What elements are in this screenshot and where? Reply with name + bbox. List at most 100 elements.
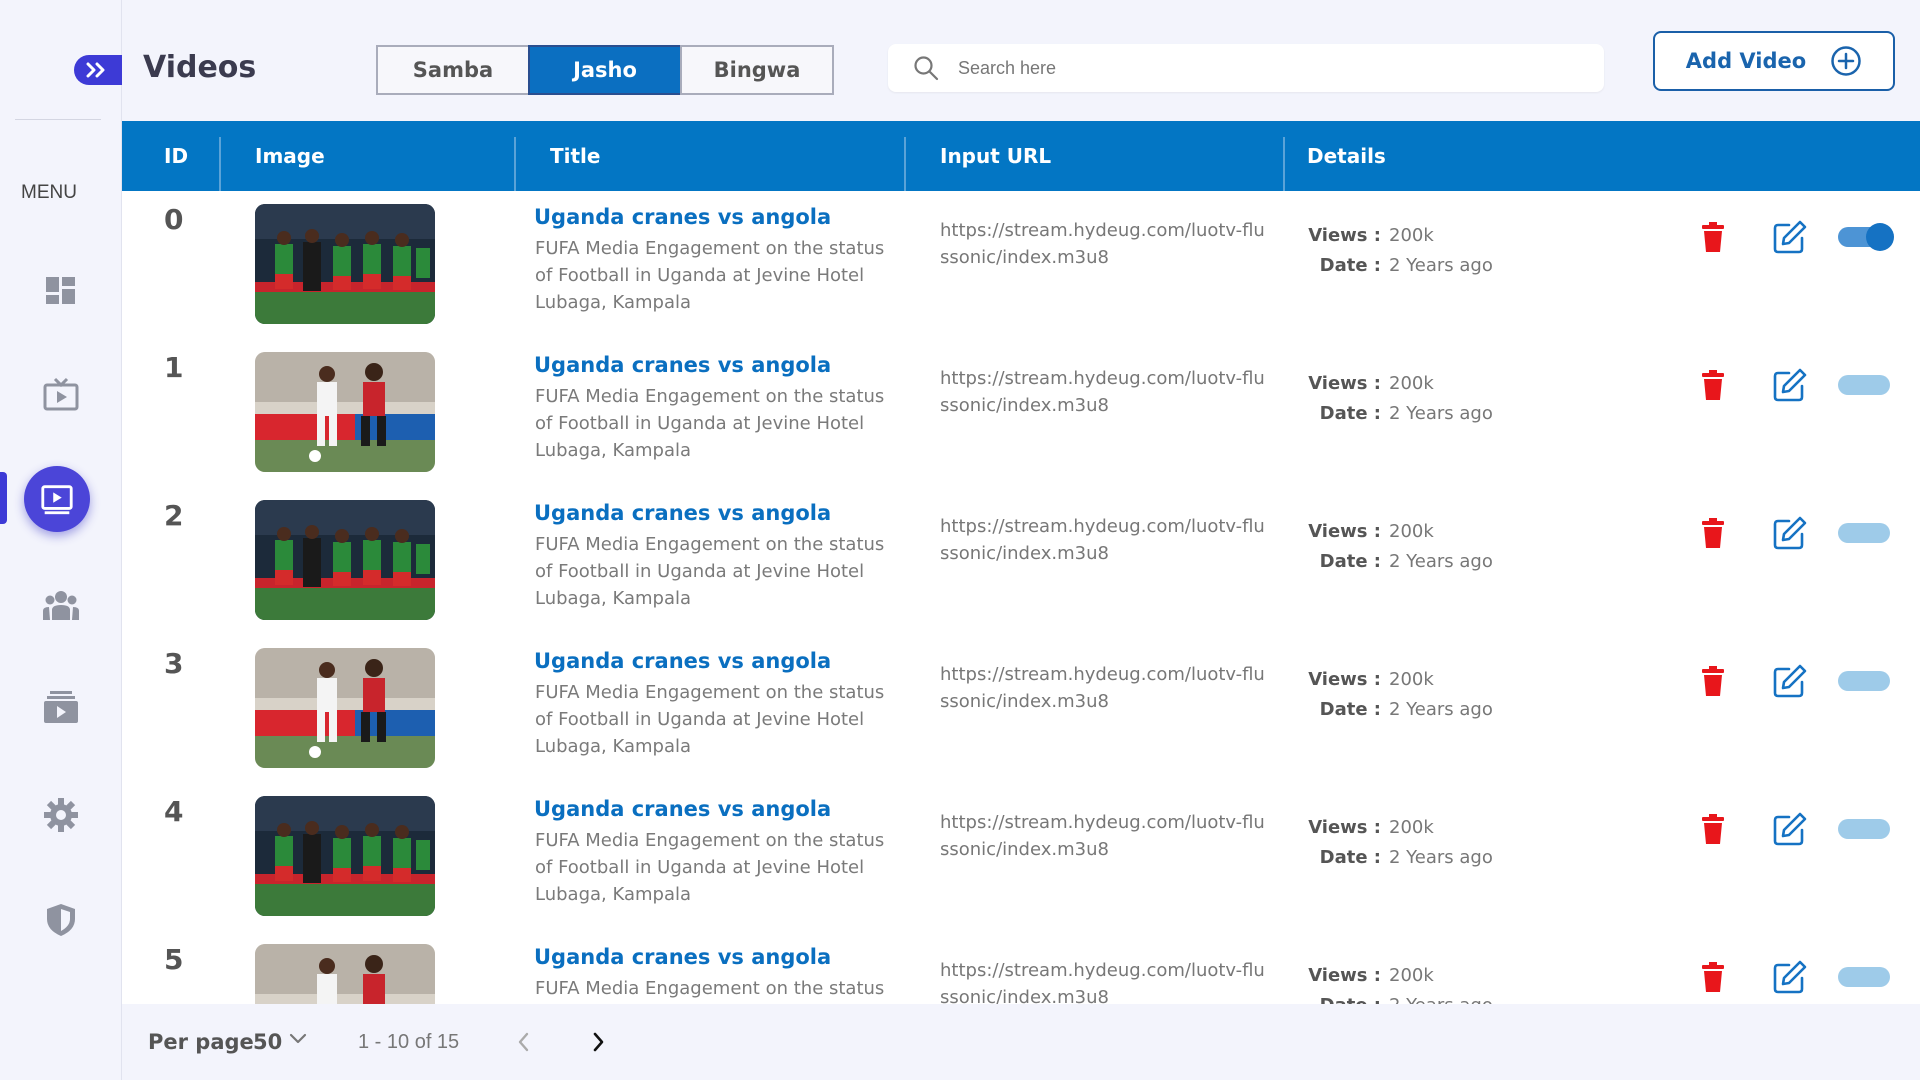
video-title-link[interactable]: Uganda cranes vs angola	[534, 649, 831, 673]
page-title: Videos	[143, 50, 257, 85]
menu-label: MENU	[21, 182, 77, 203]
media-library-icon	[44, 691, 78, 723]
sidebar-item-tv[interactable]	[0, 360, 122, 430]
dashboard-icon	[46, 277, 75, 304]
views-value: 200k	[1389, 817, 1434, 838]
views-value: 200k	[1389, 521, 1434, 542]
chevron-down-icon[interactable]	[288, 1032, 308, 1046]
users-icon	[43, 591, 79, 620]
sidebar-item-settings[interactable]	[0, 780, 122, 850]
sidebar-item-videos[interactable]	[24, 466, 90, 532]
team-photo-thumbnail	[255, 204, 435, 324]
visibility-toggle[interactable]	[1838, 967, 1890, 987]
input-url: https://stream.hydeug.com/luotv-flussoni…	[940, 960, 1265, 1004]
video-title-link[interactable]: Uganda cranes vs angola	[534, 205, 831, 229]
date-label: Date :	[1319, 403, 1381, 424]
active-nav-indicator	[0, 472, 7, 524]
previous-page-button[interactable]	[514, 1030, 534, 1054]
row-id: 1	[164, 351, 184, 384]
delete-icon[interactable]	[1700, 517, 1726, 549]
sidebar-item-dashboard[interactable]	[0, 255, 122, 325]
video-title-link[interactable]: Uganda cranes vs angola	[534, 945, 831, 969]
delete-icon[interactable]	[1700, 813, 1726, 845]
match-action-thumbnail	[255, 944, 435, 1004]
tv-icon	[43, 377, 79, 411]
date-label: Date :	[1319, 255, 1381, 276]
delete-icon[interactable]	[1700, 961, 1726, 993]
delete-icon[interactable]	[1700, 221, 1726, 253]
visibility-toggle[interactable]	[1838, 819, 1890, 839]
per-page-select[interactable]: 50	[253, 1030, 282, 1054]
input-url: https://stream.hydeug.com/luotv-flussoni…	[940, 220, 1265, 268]
views-label: Views :	[1308, 817, 1381, 838]
double-chevron-right-icon	[86, 62, 105, 78]
video-thumbnail[interactable]	[255, 648, 435, 768]
tab-samba[interactable]: Samba	[376, 45, 530, 95]
date-value: 2 Years ago	[1389, 847, 1493, 868]
sidebar-item-security[interactable]	[0, 885, 122, 955]
column-divider	[1283, 137, 1285, 191]
video-title-link[interactable]: Uganda cranes vs angola	[534, 501, 831, 525]
views-label: Views :	[1308, 521, 1381, 542]
visibility-toggle[interactable]	[1838, 375, 1890, 395]
video-description: FUFA Media Engagement on the status of F…	[535, 534, 885, 609]
video-thumbnail[interactable]	[255, 204, 435, 324]
videos-table-body: 0 Uganda cranes vs angola FUFA Media Eng…	[122, 191, 1920, 1004]
date-label: Date :	[1319, 699, 1381, 720]
sidebar-divider	[15, 119, 101, 120]
per-page-label: Per page	[148, 1030, 254, 1054]
views-label: Views :	[1308, 373, 1381, 394]
video-thumbnail[interactable]	[255, 500, 435, 620]
match-action-thumbnail	[255, 352, 435, 472]
input-url: https://stream.hydeug.com/luotv-flussoni…	[940, 368, 1265, 416]
add-video-button[interactable]: Add Video	[1653, 31, 1895, 91]
table-row: 2 Uganda cranes vs angola FUFA Media Eng…	[122, 487, 1920, 635]
edit-icon[interactable]	[1772, 811, 1808, 847]
visibility-toggle[interactable]	[1838, 671, 1890, 691]
video-details: Views : 200k Date : 2 Years ago	[1307, 665, 1493, 725]
sidebar-item-users[interactable]	[0, 570, 122, 640]
shield-icon	[47, 904, 75, 936]
video-title-link[interactable]: Uganda cranes vs angola	[534, 797, 831, 821]
video-thumbnail[interactable]	[255, 352, 435, 472]
views-value: 200k	[1389, 373, 1434, 394]
match-action-thumbnail	[255, 648, 435, 768]
column-divider	[219, 137, 221, 191]
row-id: 2	[164, 499, 184, 532]
video-description: FUFA Media Engagement on the status of F…	[535, 830, 885, 905]
team-photo-thumbnail	[255, 796, 435, 916]
visibility-toggle[interactable]	[1838, 223, 1894, 251]
video-details: Views : 200k Date : 2 Years ago	[1307, 813, 1493, 873]
views-value: 200k	[1389, 225, 1434, 246]
tab-jasho[interactable]: Jasho	[528, 45, 682, 95]
edit-icon[interactable]	[1772, 219, 1808, 255]
table-row: 5 Uganda cranes vs angola FUFA Media Eng…	[122, 931, 1920, 1004]
date-value: 2 Years ago	[1389, 551, 1493, 572]
delete-icon[interactable]	[1700, 369, 1726, 401]
delete-icon[interactable]	[1700, 665, 1726, 697]
visibility-toggle[interactable]	[1838, 523, 1890, 543]
search-input[interactable]	[958, 57, 1558, 79]
video-thumbnail[interactable]	[255, 796, 435, 916]
video-thumbnail[interactable]	[255, 944, 435, 1004]
edit-icon[interactable]	[1772, 663, 1808, 699]
tab-bingwa[interactable]: Bingwa	[680, 45, 834, 95]
views-label: Views :	[1308, 669, 1381, 690]
expand-sidebar-button[interactable]	[74, 55, 122, 85]
next-page-button[interactable]	[588, 1030, 608, 1054]
column-header-title: Title	[550, 144, 601, 168]
edit-icon[interactable]	[1772, 367, 1808, 403]
category-tabs: Samba Jasho Bingwa	[376, 45, 834, 95]
column-header-id: ID	[164, 144, 189, 168]
column-header-image: Image	[255, 144, 325, 168]
sidebar-item-media-library[interactable]	[0, 672, 122, 742]
views-label: Views :	[1308, 225, 1381, 246]
views-label: Views :	[1308, 965, 1381, 986]
column-header-details: Details	[1307, 144, 1386, 168]
video-description: FUFA Media Engagement on the status of F…	[535, 238, 885, 313]
video-description: FUFA Media Engagement on the status of F…	[535, 682, 885, 757]
edit-icon[interactable]	[1772, 515, 1808, 551]
views-value: 200k	[1389, 669, 1434, 690]
video-title-link[interactable]: Uganda cranes vs angola	[534, 353, 831, 377]
edit-icon[interactable]	[1772, 959, 1808, 995]
